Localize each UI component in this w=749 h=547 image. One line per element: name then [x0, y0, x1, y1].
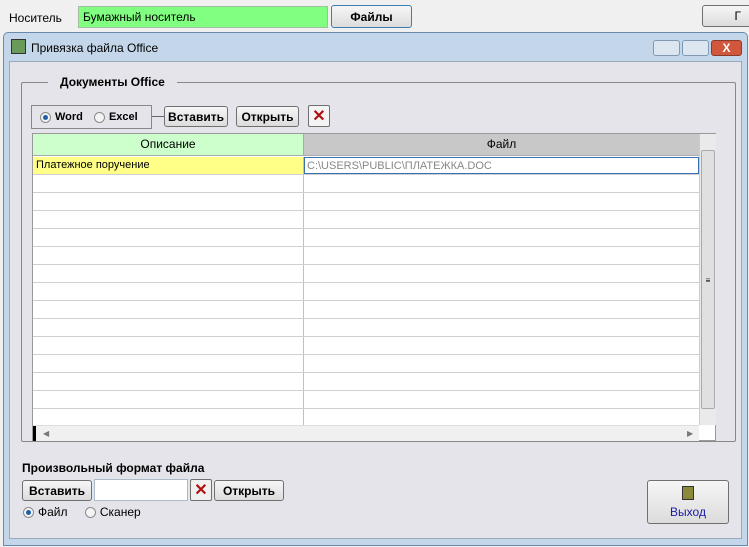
vertical-scrollbar[interactable]: ≡ — [699, 134, 716, 425]
cell-file[interactable] — [304, 283, 699, 300]
scroll-left-icon[interactable]: ◀ — [43, 429, 49, 438]
group-title: Документы Office — [48, 75, 177, 89]
doc-type-radio-group: Word Excel — [31, 105, 152, 129]
custom-delete-icon[interactable]: ✕ — [190, 479, 212, 501]
table-row[interactable] — [33, 319, 699, 337]
radio-file-icon — [23, 507, 34, 519]
radio-word-label: Word — [55, 111, 83, 123]
table-row[interactable]: Платежное поручение C:\USERS\PUBLIC\ПЛАТЕ… — [33, 157, 699, 175]
connector-line — [152, 116, 164, 117]
cell-description[interactable] — [33, 391, 304, 408]
radio-scanner[interactable]: Сканер — [84, 505, 141, 519]
cell-description[interactable] — [33, 319, 304, 336]
files-button[interactable]: Файлы — [331, 5, 412, 28]
radio-scanner-label: Сканер — [99, 505, 141, 519]
table-row[interactable] — [33, 175, 699, 193]
top-right-button[interactable]: Г — [702, 5, 749, 27]
scroll-right-icon[interactable]: ▶ — [687, 429, 693, 438]
source-radio-group: Файл Сканер — [23, 505, 141, 519]
radio-excel-icon — [93, 111, 105, 123]
maximize-icon[interactable] — [682, 40, 709, 56]
table-row[interactable] — [33, 229, 699, 247]
horizontal-scrollbar[interactable]: ◀ ▶ — [33, 425, 699, 441]
close-icon[interactable]: X — [711, 40, 742, 56]
window-title: Привязка файла Office — [31, 41, 159, 55]
cell-description[interactable] — [33, 265, 304, 282]
cell-file[interactable] — [304, 301, 699, 318]
table-row[interactable] — [33, 355, 699, 373]
cell-description[interactable] — [33, 247, 304, 264]
table-row[interactable] — [33, 337, 699, 355]
scroll-thumb[interactable]: ≡ — [701, 150, 715, 409]
custom-file-input[interactable] — [94, 479, 188, 501]
row-indicator — [33, 426, 36, 441]
cell-description[interactable] — [33, 229, 304, 246]
cell-description[interactable] — [33, 175, 304, 192]
cell-description[interactable] — [33, 193, 304, 210]
cell-file[interactable] — [304, 193, 699, 210]
table-row[interactable] — [33, 391, 699, 409]
custom-open-button[interactable]: Открыть — [214, 480, 284, 501]
delete-icon[interactable]: ✕ — [308, 105, 330, 127]
cell-description[interactable] — [33, 337, 304, 354]
table-row[interactable] — [33, 265, 699, 283]
cell-file[interactable] — [304, 409, 699, 425]
cell-file[interactable] — [304, 247, 699, 264]
table-row[interactable] — [33, 283, 699, 301]
cell-file[interactable] — [304, 373, 699, 390]
table-row[interactable] — [33, 193, 699, 211]
radio-file-label: Файл — [38, 505, 68, 519]
cell-description[interactable] — [33, 373, 304, 390]
open-button[interactable]: Открыть — [236, 106, 299, 127]
cell-description[interactable]: Платежное поручение — [33, 157, 304, 174]
cell-file[interactable] — [304, 265, 699, 282]
table-row[interactable] — [33, 373, 699, 391]
cell-file[interactable] — [304, 337, 699, 354]
cell-file[interactable]: C:\USERS\PUBLIC\ПЛАТЕЖКА.DOC — [304, 157, 699, 174]
carrier-field[interactable]: Бумажный носитель — [78, 6, 328, 28]
column-header-description[interactable]: Описание — [33, 134, 304, 156]
exit-button[interactable]: Выход — [647, 480, 729, 524]
cell-file[interactable] — [304, 211, 699, 228]
cell-file[interactable] — [304, 319, 699, 336]
table-row[interactable] — [33, 211, 699, 229]
radio-word[interactable]: Word — [40, 111, 83, 123]
cell-description[interactable] — [33, 355, 304, 372]
minimize-icon[interactable] — [653, 40, 680, 56]
table-row[interactable] — [33, 247, 699, 265]
radio-word-icon — [40, 111, 51, 123]
cell-file[interactable] — [304, 355, 699, 372]
cell-description[interactable] — [33, 211, 304, 228]
table-row[interactable] — [33, 409, 699, 425]
title-bar: Привязка файла Office X — [4, 33, 747, 61]
radio-excel-label: Excel — [108, 111, 138, 123]
radio-scanner-icon — [84, 507, 96, 519]
cell-description[interactable] — [33, 283, 304, 300]
insert-button[interactable]: Вставить — [164, 106, 228, 127]
carrier-label: Носитель — [9, 11, 62, 25]
app-icon — [11, 39, 26, 54]
cell-description[interactable] — [33, 409, 304, 425]
cell-file[interactable] — [304, 229, 699, 246]
custom-insert-button[interactable]: Вставить — [22, 480, 92, 501]
radio-file[interactable]: Файл — [23, 505, 68, 519]
cell-file[interactable] — [304, 175, 699, 192]
cell-file[interactable] — [304, 391, 699, 408]
exit-door-icon — [682, 485, 694, 500]
column-header-file[interactable]: Файл — [304, 134, 699, 156]
documents-grid: Описание Файл Платежное поручение C:\USER… — [32, 133, 716, 441]
radio-excel[interactable]: Excel — [93, 111, 138, 123]
cell-description[interactable] — [33, 301, 304, 318]
custom-format-title: Произвольный формат файла — [22, 461, 205, 475]
exit-label: Выход — [670, 504, 706, 519]
table-row[interactable] — [33, 301, 699, 319]
